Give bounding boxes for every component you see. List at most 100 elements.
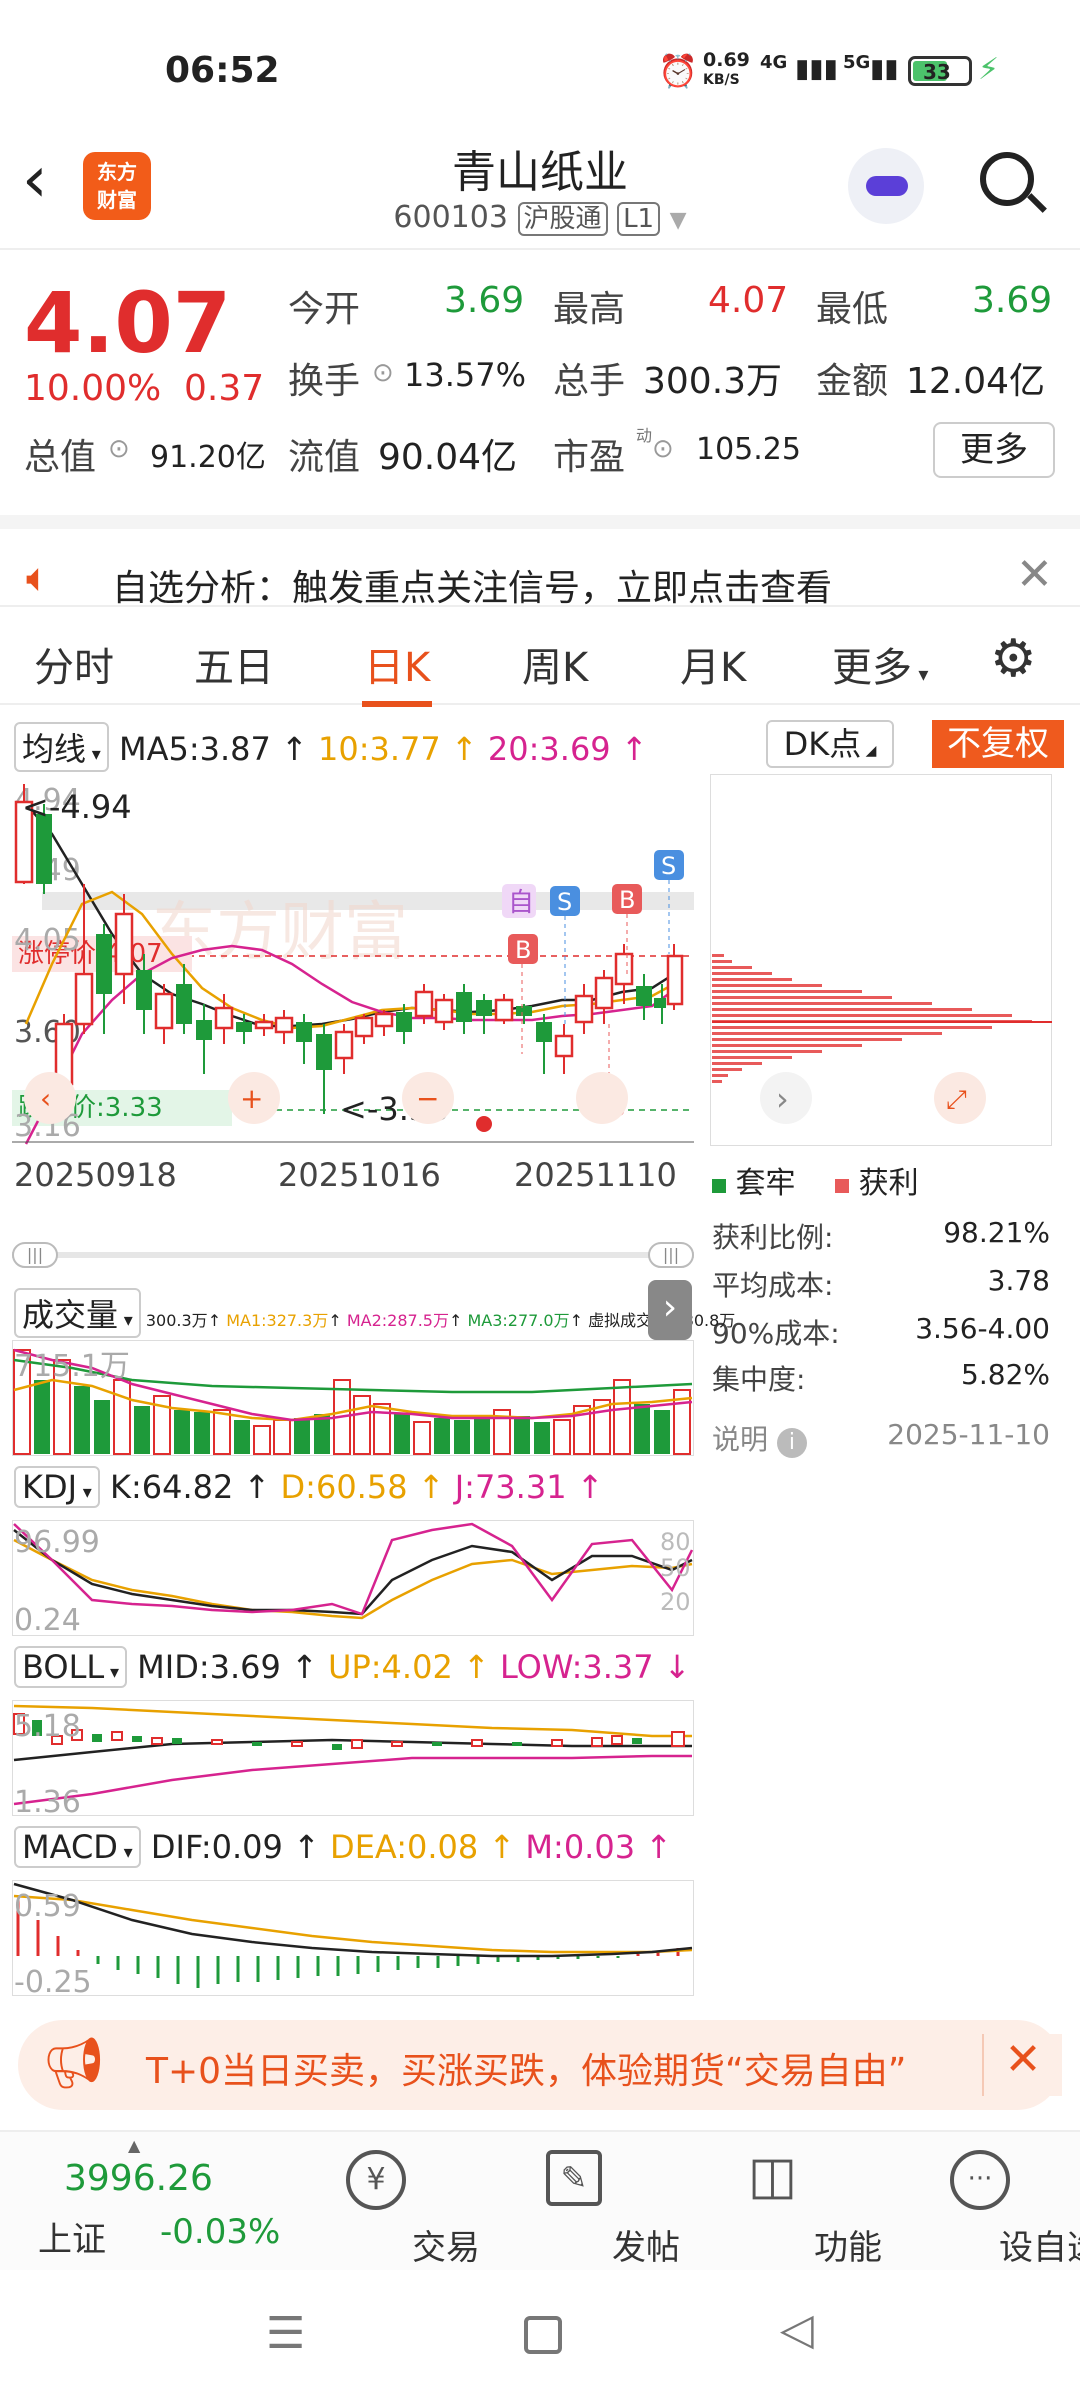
- marker-buy[interactable]: B: [619, 886, 635, 914]
- open-value: 3.69: [444, 280, 525, 321]
- date-label-1: 20250918: [14, 1156, 177, 1194]
- last-price: 4.07: [24, 274, 232, 372]
- kline-chart[interactable]: 东方财富 涨停价:4.07 跌停价:3.33 4.94 4.49 4.05 3.…: [12, 774, 694, 1234]
- open-label: 今开: [288, 289, 361, 330]
- marker-sell-2[interactable]: S: [661, 852, 676, 880]
- prev-icon[interactable]: ‹: [40, 1082, 51, 1115]
- chip-90cost-value: 3.56-4.00: [915, 1312, 1050, 1345]
- tab-5day[interactable]: 五日: [194, 635, 274, 693]
- slider-left-handle[interactable]: |||: [12, 1242, 58, 1268]
- bottom-toolbar: ▲ 3996.26 上证 -0.03% ¥ 交易 ✎ 发帖 ◫ 功能 ··· 设…: [0, 2130, 1080, 2270]
- tab-monthly-k[interactable]: 月K: [680, 635, 746, 693]
- kdj-80-label: 80: [660, 1528, 691, 1556]
- robot-avatar-icon[interactable]: [848, 148, 924, 224]
- expand-icon[interactable]: ⤢: [946, 1085, 967, 1115]
- status-bar: 06:52 ⏰ 0.69 KB/S 4G ▮▮▮ 5G ▮▮ 33 ⚡: [0, 0, 1080, 140]
- volume-chart[interactable]: 715.1万: [12, 1340, 694, 1456]
- quote-panel: 4.07 10.00% 0.37 今开 3.69 最高 4.07 最低 3.69…: [0, 252, 1080, 502]
- chip-next-icon[interactable]: ›: [776, 1080, 789, 1118]
- battery-icon: 33: [908, 56, 972, 86]
- tab-more[interactable]: 更多 ▾: [832, 635, 928, 693]
- kdj-bottom-label: 0.24: [14, 1603, 81, 1636]
- dk-point-button[interactable]: DK点 ◢: [766, 720, 894, 768]
- macd-selector[interactable]: MACD ▾: [14, 1826, 141, 1868]
- index-name: 上证: [38, 2220, 106, 2260]
- ma20-value: 20:3.69: [487, 730, 611, 768]
- system-nav-bar: ☰ ◁: [0, 2270, 1080, 2400]
- tab-weekly-k[interactable]: 周K: [522, 635, 588, 693]
- search-icon[interactable]: [980, 152, 1047, 218]
- range-slider[interactable]: ||| |||: [12, 1240, 694, 1270]
- close-icon[interactable]: ✕: [982, 2034, 1062, 2096]
- more-button[interactable]: 更多: [933, 422, 1055, 478]
- kdj-20-label: 20: [660, 1588, 691, 1616]
- index-ticker[interactable]: ▲ 3996.26 上证 -0.03%: [0, 2132, 280, 2272]
- low-label: 最低: [816, 289, 889, 330]
- mcap-value: 91.20亿: [150, 440, 266, 475]
- boll-row: BOLL ▾ MID:3.69 ↑ UP:4.02 ↑ LOW:3.37 ↓: [14, 1646, 691, 1688]
- marker-sell[interactable]: S: [557, 888, 572, 916]
- low-value: 3.69: [972, 280, 1053, 321]
- home-icon[interactable]: [524, 2316, 562, 2354]
- info-icon[interactable]: ⊙: [108, 434, 130, 464]
- change-pct: 10.00%: [24, 368, 162, 409]
- pe-label: 市盈: [553, 437, 626, 478]
- amount-label: 金额: [816, 361, 889, 402]
- legend-trapped: 套牢: [735, 1166, 796, 1201]
- ma-selector[interactable]: 均线 ▾: [14, 722, 109, 772]
- ma5-value: MA5:3.87: [118, 730, 271, 768]
- alert-text: 自选分析：触发重点关注信号，立即点击查看: [112, 568, 833, 609]
- net-speed: 0.69 KB/S: [703, 49, 750, 88]
- slider-right-handle[interactable]: |||: [648, 1242, 694, 1268]
- high-label: 最高: [553, 289, 626, 330]
- level-tag: L1: [617, 202, 661, 236]
- caret-up-icon: ▲: [128, 2136, 141, 2155]
- alert-banner[interactable]: 🔈︎ 自选分析：触发重点关注信号，立即点击查看 ✕: [0, 515, 1080, 609]
- close-icon[interactable]: ✕: [1016, 549, 1053, 600]
- expand-panel-button[interactable]: ›: [648, 1280, 692, 1340]
- marker-self[interactable]: 自: [508, 888, 534, 918]
- volume-value: 300.3万: [643, 361, 783, 402]
- network-type-2: 5G: [843, 52, 871, 73]
- network-type: 4G: [760, 52, 788, 73]
- zoom-in-icon[interactable]: +: [240, 1082, 263, 1115]
- kdj-row: KDJ ▾ K:64.82 ↑ D:60.58 ↑ J:73.31 ↑: [14, 1466, 604, 1508]
- legend-profit: 获利: [858, 1166, 919, 1201]
- index-change: -0.03%: [160, 2212, 281, 2252]
- ma10-value: 10:3.77: [318, 730, 441, 768]
- high-value: 4.07: [708, 280, 789, 321]
- settings-icon[interactable]: ⚙: [990, 629, 1037, 689]
- chip-distribution-chart[interactable]: › ⤢: [710, 774, 1052, 1146]
- no-adjust-button[interactable]: 不复权: [932, 720, 1064, 768]
- info-icon[interactable]: ⊙: [652, 434, 674, 464]
- kdj-chart[interactable]: 96.99 0.24 80 50 20: [12, 1520, 694, 1636]
- date-label-2: 20251016: [278, 1156, 441, 1194]
- macd-chart[interactable]: 0.59 -0.25: [12, 1880, 694, 1996]
- info-icon[interactable]: ⊙: [372, 358, 394, 388]
- boll-chart[interactable]: 5.18 1.36: [12, 1700, 694, 1816]
- float-label: 流值: [288, 437, 361, 478]
- macd-row: MACD ▾ DIF:0.09 ↑ DEA:0.08 ↑ M:0.03 ↑: [14, 1826, 672, 1868]
- promo-banner[interactable]: 📢︎ T+0当日买卖，买涨买跌，体验期货“交易自由” ✕: [18, 2020, 1062, 2110]
- tab-daily-k[interactable]: 日K: [364, 635, 430, 693]
- kdj-50-label: 50: [660, 1554, 691, 1582]
- chip-profit-value: 98.21%: [943, 1216, 1050, 1249]
- kdj-selector[interactable]: KDJ ▾: [14, 1466, 100, 1508]
- status-time: 06:52: [165, 50, 280, 91]
- chip-avgcost-value: 3.78: [987, 1264, 1050, 1297]
- exchange-tag: 沪股通: [517, 202, 608, 236]
- volume-selector[interactable]: 成交量 ▾: [14, 1288, 141, 1338]
- back-nav-icon[interactable]: ◁: [780, 2304, 814, 2355]
- amount-value: 12.04亿: [906, 361, 1046, 402]
- tab-intraday[interactable]: 分时: [34, 635, 114, 693]
- macd-top-label: 0.59: [14, 1889, 81, 1924]
- menu-icon[interactable]: ☰: [266, 2308, 305, 2359]
- boll-selector[interactable]: BOLL ▾: [14, 1646, 127, 1688]
- marker-buy-2[interactable]: B: [515, 936, 531, 964]
- promo-text: T+0当日买卖，买涨买跌，体验期货“交易自由”: [146, 2051, 907, 2092]
- zoom-out-icon[interactable]: −: [416, 1082, 439, 1115]
- charging-icon: ⚡: [978, 52, 1000, 87]
- date-label-3: 20251110: [514, 1156, 677, 1194]
- pe-superscript: 动: [636, 426, 653, 445]
- macd-bottom-label: -0.25: [14, 1965, 92, 1996]
